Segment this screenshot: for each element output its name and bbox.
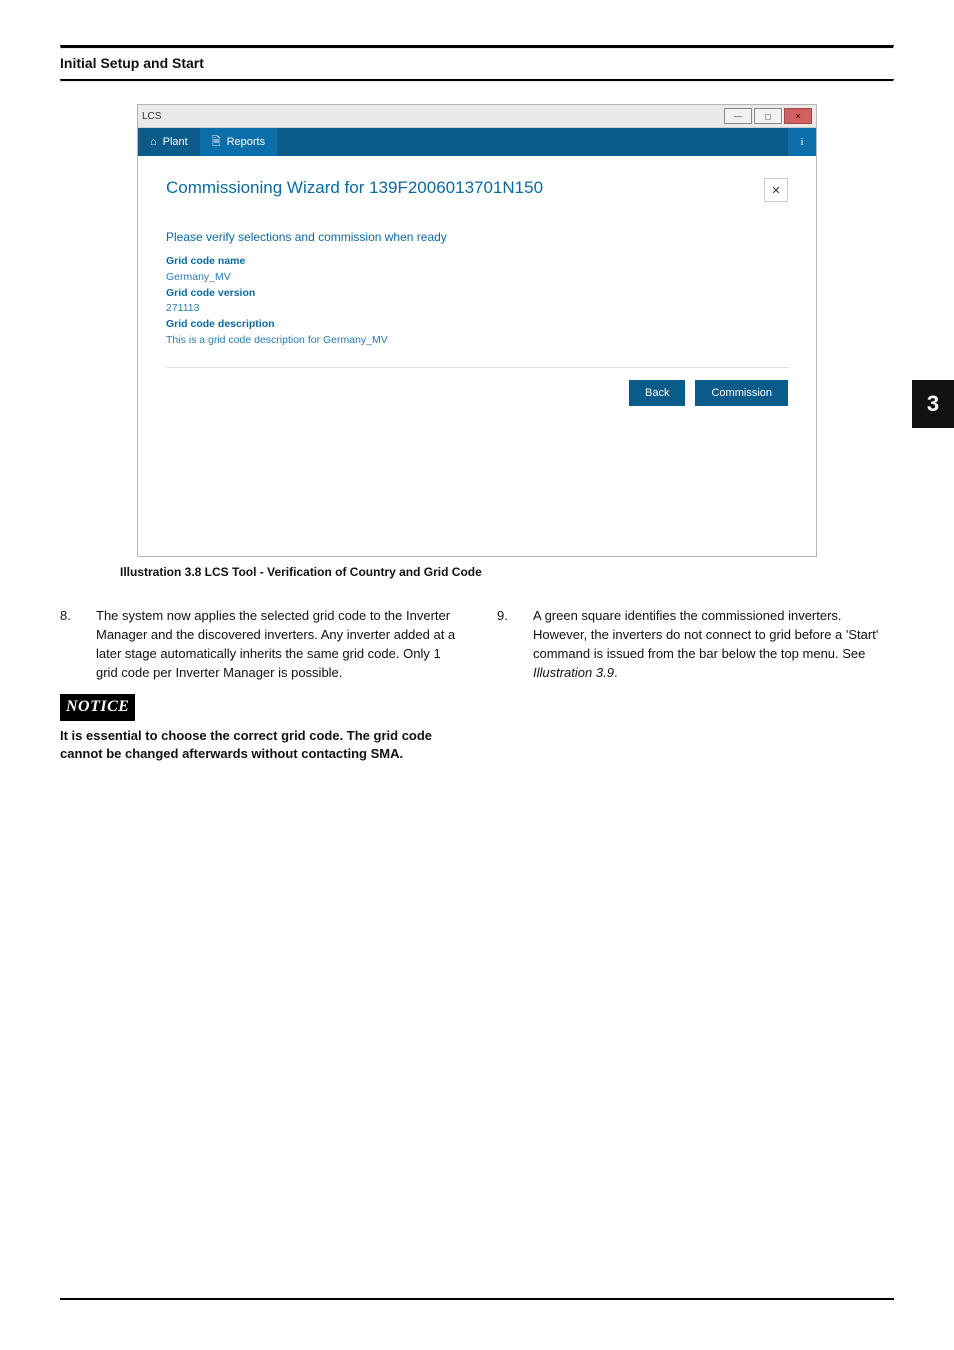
section-number-tab: 3: [912, 380, 954, 428]
grid-code-name-label: Grid code name: [166, 254, 788, 270]
notice-text: It is essential to choose the correct gr…: [60, 727, 457, 765]
app-menubar: ⌂ Plant 🗎 Reports i: [138, 128, 816, 156]
footer-rule: [60, 1298, 894, 1300]
grid-code-version-label: Grid code version: [166, 286, 788, 302]
home-icon: ⌂: [150, 136, 157, 148]
modal-subheading: Please verify selections and commission …: [166, 230, 788, 244]
window-close-icon[interactable]: ✕: [784, 108, 812, 124]
grid-code-description-label: Grid code description: [166, 317, 788, 333]
grid-code-description-value: This is a grid code description for Germ…: [166, 333, 788, 349]
grid-code-fields: Grid code name Germany_MV Grid code vers…: [166, 254, 788, 349]
commissioning-wizard-modal: Commissioning Wizard for 139F2006013701N…: [138, 156, 816, 556]
back-button[interactable]: Back: [629, 380, 685, 406]
modal-title: Commissioning Wizard for 139F2006013701N…: [166, 178, 764, 198]
section-title: Initial Setup and Start: [60, 55, 894, 71]
window-minimize-icon[interactable]: —: [724, 108, 752, 124]
document-icon: 🗎: [212, 133, 221, 152]
commission-button[interactable]: Commission: [695, 380, 788, 406]
lcs-window: LCS — ◻ ✕ ⌂ Plant 🗎 Reports i: [137, 104, 817, 557]
tab-reports[interactable]: 🗎 Reports: [200, 128, 277, 156]
tab-reports-label: Reports: [227, 136, 266, 148]
window-titlebar: LCS — ◻ ✕: [138, 105, 816, 128]
notice-badge: NOTICE: [60, 694, 135, 720]
list-item-9-text-post: .: [614, 665, 618, 680]
window-maximize-icon[interactable]: ◻: [754, 108, 782, 124]
close-icon: ✕: [771, 184, 780, 197]
section-rule: [60, 79, 894, 82]
grid-code-name-value: Germany_MV: [166, 270, 788, 286]
list-item-8-number: 8.: [60, 607, 96, 682]
tab-plant-label: Plant: [163, 136, 188, 148]
info-icon: i: [800, 136, 803, 148]
tab-plant[interactable]: ⌂ Plant: [138, 128, 200, 156]
list-item-9-text: A green square identifies the commission…: [533, 607, 894, 682]
list-item-9-number: 9.: [497, 607, 533, 682]
list-item-9: 9. A green square identifies the commiss…: [497, 607, 894, 682]
list-item-9-text-pre: A green square identifies the commission…: [533, 608, 878, 661]
window-title-text: LCS: [142, 111, 161, 122]
modal-close-button[interactable]: ✕: [764, 178, 788, 202]
info-button[interactable]: i: [788, 128, 816, 156]
list-item-8: 8. The system now applies the selected g…: [60, 607, 457, 682]
list-item-9-text-ref: Illustration 3.9: [533, 665, 614, 680]
grid-code-version-value: 271113: [166, 301, 788, 317]
modal-separator: [166, 367, 788, 368]
list-item-8-text: The system now applies the selected grid…: [96, 607, 457, 682]
figure-caption: Illustration 3.8 LCS Tool - Verification…: [120, 565, 894, 579]
